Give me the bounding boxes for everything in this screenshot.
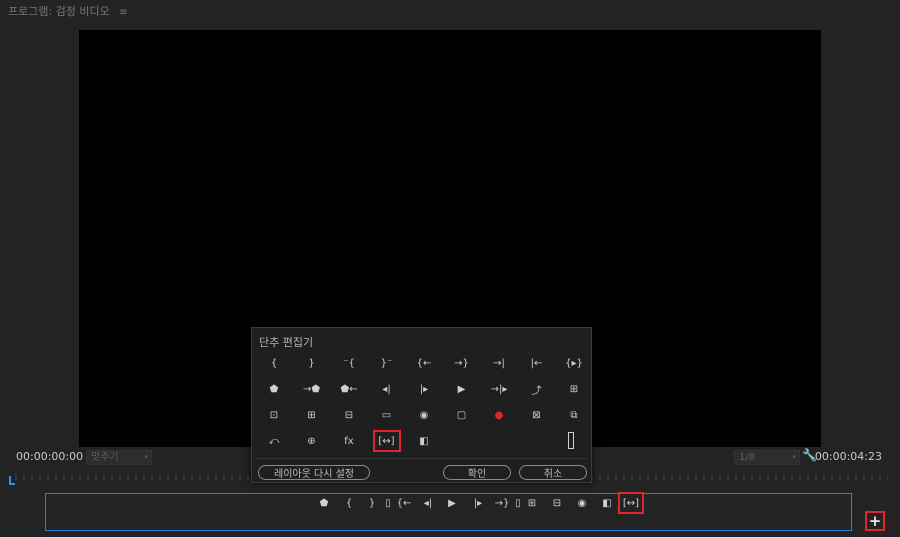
go-to-prev-marker-icon[interactable]: ⬟← bbox=[338, 381, 360, 397]
go-to-out-icon[interactable]: →} bbox=[451, 355, 473, 371]
lift-icon[interactable]: ⊞ bbox=[301, 407, 323, 423]
button-editor-dialog: 단추 편집기 {} ⁻{ }⁻ {← →} →| |← {▸} ⬟ →⬟ ⬟← ◂| |▸ ▶ →|▸ ⤴ ⊞ ⊡… bbox=[251, 327, 592, 483]
playhead-icon[interactable] bbox=[9, 471, 15, 485]
go-to-next-edit-icon[interactable]: →| bbox=[488, 355, 510, 371]
fx-icon[interactable]: fx bbox=[338, 433, 360, 449]
mark-in-icon[interactable]: { bbox=[340, 495, 358, 511]
chevron-down-icon: ▾ bbox=[144, 453, 148, 461]
step-back-icon[interactable]: ◂| bbox=[419, 495, 437, 511]
export-frame-icon[interactable]: ◉ bbox=[413, 407, 435, 423]
step-forward-icon[interactable]: |▸ bbox=[413, 381, 435, 397]
vr-video-icon[interactable]: ⧉ bbox=[563, 407, 585, 423]
panel-title: 프로그램: 검정 비디오 ≡ bbox=[8, 3, 128, 19]
play-icon[interactable]: ▶ bbox=[443, 495, 461, 511]
restore-crop-icon[interactable]: ⤺ bbox=[263, 433, 285, 449]
play-icon[interactable]: ▶ bbox=[451, 381, 473, 397]
zoom-fit-value: 맞추기 bbox=[91, 452, 119, 463]
lift-icon[interactable]: ⊞ bbox=[523, 495, 541, 511]
extract-icon[interactable]: ⊟ bbox=[548, 495, 566, 511]
mark-out-icon[interactable]: } bbox=[301, 355, 323, 371]
add-button-icon[interactable]: + bbox=[865, 511, 885, 531]
play-in-to-out-icon[interactable]: {▸} bbox=[563, 355, 585, 371]
go-to-in-icon[interactable]: {← bbox=[413, 355, 435, 371]
chevron-down-icon: ▾ bbox=[792, 453, 796, 461]
mark-in-icon[interactable]: { bbox=[263, 355, 285, 371]
captions-icon[interactable]: ▢ bbox=[451, 407, 473, 423]
comparison-view-icon[interactable]: ◧ bbox=[598, 495, 616, 511]
cancel-button[interactable]: 취소 bbox=[519, 465, 587, 480]
playback-resolution-value: 1/8 bbox=[739, 452, 756, 463]
reset-layout-button[interactable]: 레이아웃 다시 설정 bbox=[258, 465, 370, 480]
proxy-toggle-icon[interactable]: [↔] bbox=[618, 492, 644, 514]
duration-timecode: 00:00:04:23 bbox=[814, 450, 882, 463]
comparison-view-icon[interactable]: ◧ bbox=[413, 433, 435, 449]
safe-margins-icon[interactable]: ▭ bbox=[376, 407, 398, 423]
overwrite-icon[interactable]: ⊡ bbox=[263, 407, 285, 423]
go-to-prev-edit-icon[interactable]: |← bbox=[526, 355, 548, 371]
panel-menu-icon[interactable]: ≡ bbox=[119, 7, 127, 18]
step-forward-icon[interactable]: |▸ bbox=[469, 495, 487, 511]
zoom-fit-dropdown[interactable]: 맞추기 ▾ bbox=[86, 450, 152, 465]
export-frame-icon[interactable]: ◉ bbox=[573, 495, 591, 511]
insert-icon[interactable]: ⊞ bbox=[563, 381, 585, 397]
proxy-toggle-icon[interactable]: [↔] bbox=[372, 430, 401, 452]
playback-resolution-dropdown[interactable]: 1/8 ▾ bbox=[734, 450, 800, 465]
step-back-icon[interactable]: ◂| bbox=[376, 381, 398, 397]
panel-title-text: 프로그램: 검정 비디오 bbox=[8, 5, 110, 18]
go-to-in-icon[interactable]: {← bbox=[395, 495, 413, 511]
global-fx-mute-icon[interactable]: ⊕ bbox=[301, 433, 323, 449]
current-timecode[interactable]: 00:00:00:00 bbox=[16, 450, 83, 463]
add-marker-icon[interactable]: ⬟ bbox=[315, 495, 333, 511]
go-to-next-marker-icon[interactable]: →⬟ bbox=[301, 381, 323, 397]
ok-button[interactable]: 확인 bbox=[443, 465, 511, 480]
mark-clip-out-icon[interactable]: }⁻ bbox=[376, 355, 398, 371]
dialog-divider bbox=[256, 458, 587, 459]
record-icon[interactable]: ● bbox=[488, 407, 510, 423]
dialog-title: 단추 편집기 bbox=[259, 336, 314, 349]
add-marker-icon[interactable]: ⬟ bbox=[263, 381, 285, 397]
multi-camera-icon[interactable]: ⊠ bbox=[526, 407, 548, 423]
mark-clip-in-icon[interactable]: ⁻{ bbox=[338, 355, 360, 371]
extract-icon[interactable]: ⊟ bbox=[338, 407, 360, 423]
spacer-icon[interactable] bbox=[568, 432, 574, 449]
loop-playback-icon[interactable]: ⤴ bbox=[526, 381, 548, 397]
play-around-icon[interactable]: →|▸ bbox=[488, 381, 510, 397]
